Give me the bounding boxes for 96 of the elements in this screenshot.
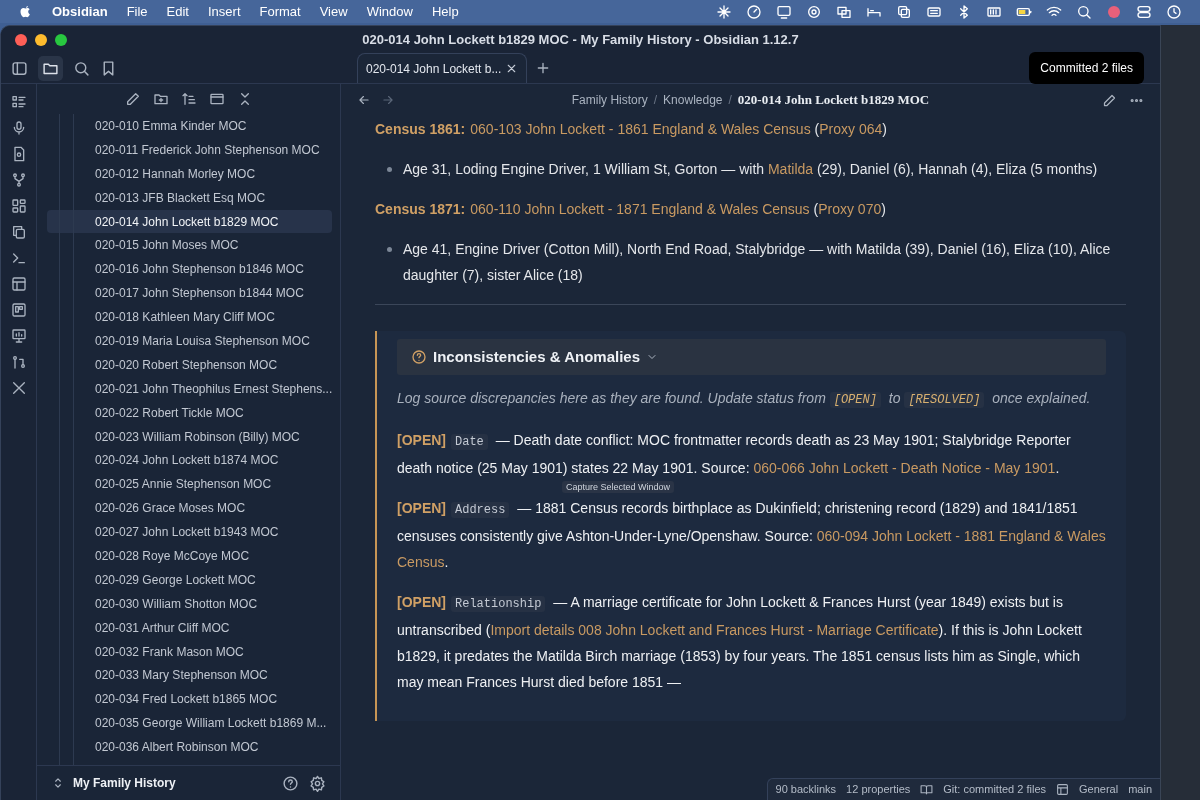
tab[interactable]: 020-014 John Lockett b...	[357, 53, 527, 83]
note-tree-entry[interactable]: 020-024 John Lockett b1874 MOC	[47, 448, 332, 473]
git-compare-icon[interactable]	[10, 354, 27, 370]
note-tree-entry[interactable]: 020-010 Emma Kinder MOC	[47, 114, 332, 138]
status-item[interactable]: Git: committed 2 files	[943, 781, 1046, 798]
window-icon[interactable]	[208, 91, 225, 107]
window-title: 020-014 John Lockett b1829 MOC - My Family History - Obsidian 1.12.7	[361, 31, 800, 50]
breadcrumb-separator: /	[653, 92, 658, 109]
new-tab-icon[interactable]	[535, 60, 551, 76]
minimize-window-button[interactable]	[35, 34, 47, 46]
menu-item[interactable]: View	[319, 1, 348, 22]
notification-toast: Committed 2 files	[1029, 52, 1144, 84]
copy-icon[interactable]	[10, 224, 27, 240]
note-tree-entry[interactable]: 020-026 Grace Moses MOC	[47, 496, 332, 521]
note-tree-entry[interactable]: 020-013 JFB Blackett Esq MOC	[47, 185, 332, 210]
display-icon[interactable]	[776, 3, 792, 20]
breadcrumb-item[interactable]: Knowledge	[663, 91, 723, 109]
control-center-icon[interactable]	[1136, 3, 1152, 20]
note-tree-entry[interactable]: 020-032 Frank Mason MOC	[47, 639, 332, 664]
settings-icon[interactable]	[309, 774, 326, 792]
note-tree-entry[interactable]: 020-016 John Stephenson b1846 MOC	[47, 257, 332, 282]
new-note-icon[interactable]	[124, 91, 141, 107]
note-tree-entry[interactable]: 020-020 Robert Stephenson MOC	[47, 352, 332, 377]
tooltip: Capture Selected Window	[562, 481, 675, 493]
branch-icon[interactable]	[10, 172, 27, 188]
note-tree-entry[interactable]: 020-035 George William Lockett b1869 M...	[47, 711, 332, 736]
note-tree-entry[interactable]: 020-015 John Moses MOC	[47, 233, 332, 258]
note-tree-entry[interactable]: 020-019 Maria Louisa Stephenson MOC	[47, 329, 332, 353]
note-tree-entry[interactable]: 020-012 Hannah Morley MOC	[47, 161, 332, 186]
clock-icon[interactable]	[1166, 3, 1182, 20]
status-item[interactable]: General	[1079, 781, 1119, 798]
note-tree-entry[interactable]: 020-014 John Lockett b1829 MOC	[47, 209, 332, 234]
note-tree-entry[interactable]: 020-034 Fred Lockett b1865 MOC	[47, 687, 332, 712]
search-icon[interactable]	[73, 59, 90, 77]
note-tree-entry[interactable]: 020-021 John Theophilus Ernest Stephens...	[47, 376, 332, 401]
note-tree-entry[interactable]: 020-036 Albert Robinson MOC	[47, 735, 332, 760]
back-icon[interactable]	[357, 93, 371, 107]
breadcrumb-separator: /	[728, 92, 732, 109]
sidebar-toggle-icon[interactable]	[11, 59, 28, 77]
search-icon[interactable]	[1076, 3, 1092, 20]
note-tree-entry[interactable]: 020-023 William Robinson (Billy) MOC	[47, 424, 332, 449]
menu-item[interactable]: Help	[431, 1, 459, 22]
overlap-icon[interactable]	[896, 3, 912, 20]
callout-intro: Log source discrepancies here as they are found. Update status from [OPEN] to [RESOLVED] once explained.	[397, 389, 1092, 410]
menu-item[interactable]: Window	[366, 1, 413, 22]
book-icon[interactable]	[920, 783, 934, 796]
callout-header[interactable]: Inconsistencies & Anomalies	[397, 339, 1106, 375]
close-window-button[interactable]	[15, 34, 27, 46]
note-tree-entry[interactable]: 020-022 Robert Tickle MOC	[47, 400, 332, 425]
list-item-text: Age 31, Loding Engine Driver, 1 William St, Gorton — with Matilda (29), Daniel (6), Hannah (4), Eliza (5 months)	[403, 160, 1098, 179]
paragraph: Census 1871: 060-110 John Lockett - 1871 England & Wales Census (Proxy 070)	[375, 200, 887, 219]
list-item-text: Age 41, Engine Driver (Cotton Mill), North End Road, Stalybridge — with Matilda (39), Daniel (16), Eliza (10), Alice daughter (7), sister Alice (18)	[403, 240, 1112, 285]
sort-icon[interactable]	[180, 91, 197, 107]
eye-icon[interactable]	[806, 3, 822, 20]
anomaly-entry: [OPEN] Relationship — A marriage certificate for John Lockett & Frances Hurst (year 1849) exists but is untranscribed (Import details 008 John Lockett and Frances Hurst - Marriage Certificate). If this is John Lockett b1829, it predates the Matilda Birch marriage (1853) by four years. The 1851 census lists him as Single, which may mean Frances Hurst died before 1851 —	[397, 593, 1083, 692]
list-icon[interactable]	[10, 94, 27, 110]
breadcrumb-item[interactable]: 020-014 John Lockett b1829 MOC	[737, 90, 930, 110]
kanban-icon[interactable]	[10, 302, 27, 318]
paragraph: Census 1861: 060-103 John Lockett - 1861 England & Wales Census (Proxy 064)	[375, 120, 888, 139]
note-tree-entry[interactable]: 020-030 William Shotton MOC	[47, 591, 332, 616]
layout-icon[interactable]	[10, 276, 27, 292]
menu-item[interactable]: Edit	[166, 1, 189, 22]
note-tree-entry[interactable]: 020-033 Mary Stephenson MOC	[47, 663, 332, 688]
note-tree-entry[interactable]: 020-028 Roye McCoye MOC	[47, 544, 332, 568]
zoom-window-button[interactable]	[55, 34, 67, 46]
gauge-icon[interactable]	[746, 3, 762, 20]
grid-icon[interactable]	[10, 198, 27, 214]
terminal-icon[interactable]	[10, 250, 27, 266]
sparkle-icon[interactable]	[716, 3, 732, 20]
note-tree-entry[interactable]: 020-029 George Lockett MOC	[47, 567, 332, 592]
breadcrumb-item[interactable]: Family History	[571, 91, 648, 109]
note-tree-entry[interactable]: 020-011 Frederick John Stephenson MOC	[47, 137, 332, 162]
status-item[interactable]: 12 properties	[846, 781, 911, 798]
close-icon[interactable]	[505, 62, 518, 75]
edit-icon[interactable]	[1102, 92, 1117, 108]
note-tree-entry[interactable]: 020-027 John Lockett b1943 MOC	[47, 520, 332, 545]
note-tree-entry[interactable]: 020-018 Kathleen Mary Cliff MOC	[47, 305, 332, 329]
note-tree-entry[interactable]: 020-017 John Stephenson b1844 MOC	[47, 281, 332, 306]
vault-name[interactable]: My Family History	[73, 774, 176, 792]
note-tree-entry[interactable]: 020-025 Annie Stephenson MOC	[47, 472, 332, 497]
menu-item[interactable]: File	[126, 1, 148, 22]
forward-icon[interactable]	[381, 93, 395, 107]
help-icon[interactable]	[411, 349, 427, 365]
help-icon[interactable]	[282, 774, 299, 792]
new-folder-icon[interactable]	[152, 91, 169, 107]
anomaly-entry: [OPEN] Date — Death date conflict: MOC frontmatter records death as 23 May 1901; Stalybridge Reporter death notice (25 May 1901) states 22 May 1901. Source: 060-066 John Lockett - Death Notice - May 1901.	[397, 431, 1072, 478]
status-item[interactable]: 90 backlinks	[775, 781, 837, 798]
anomaly-entry: [OPEN] Address — 1881 Census records birthplace as Dukinfield; christening record (1829) and 1841/1851 censuses consistently give Ashton-Under-Lyne/Openshaw. Source: 060-094 John Lockett - 1881 England & Wales Census.	[397, 499, 1106, 572]
menu-item[interactable]: Format	[259, 1, 301, 22]
presentation-icon[interactable]	[10, 328, 27, 344]
status-item[interactable]: main	[1128, 781, 1152, 798]
layout-icon[interactable]	[1056, 783, 1069, 796]
app-menu[interactable]: Obsidian	[52, 1, 108, 22]
note-tree-entry[interactable]: 020-031 Arthur Cliff MOC	[47, 615, 332, 640]
apple-icon[interactable]	[18, 4, 33, 19]
menu-item[interactable]: Insert	[208, 1, 241, 22]
